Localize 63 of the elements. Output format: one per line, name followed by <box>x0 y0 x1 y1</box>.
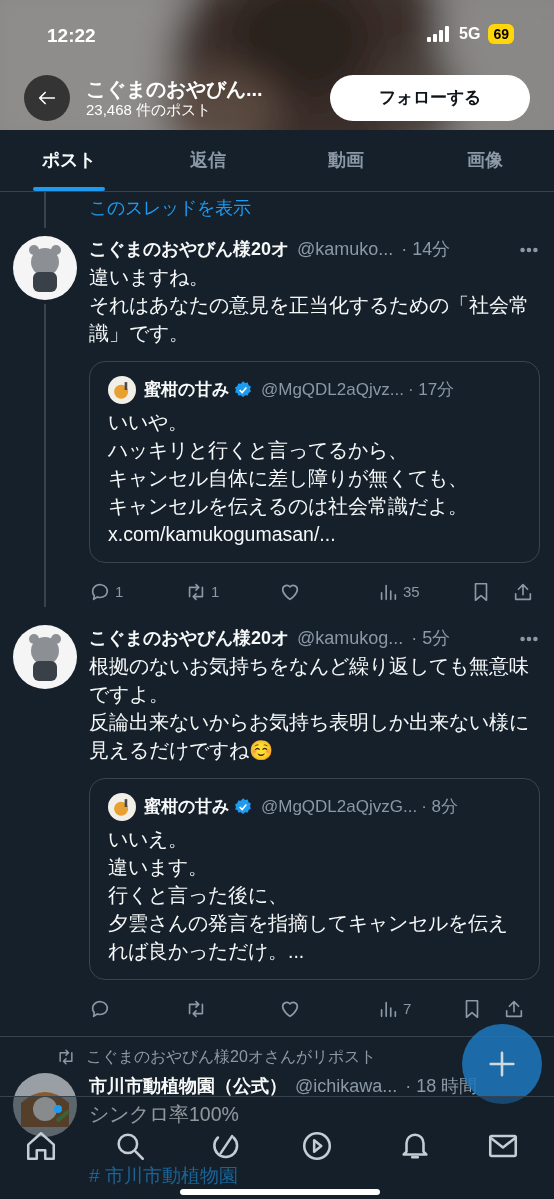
quoted-text: 行くと言った後に、 <box>108 883 289 908</box>
reply-button[interactable]: 1 <box>89 580 185 604</box>
action-count: 1 <box>211 581 220 602</box>
author-name: 蜜柑の甘み <box>144 796 229 819</box>
author-name: こぐまのおやびん様20オ <box>89 627 290 650</box>
tab[interactable]: ポスト <box>0 130 139 191</box>
avatar[interactable] <box>13 625 77 689</box>
quoted-text: いいや。 <box>108 410 189 435</box>
tab[interactable]: 動画 <box>277 130 416 191</box>
quoted-text: キャンセル自体に差し障りが無くても、 <box>108 466 469 491</box>
post-time: · 14分 <box>401 238 451 261</box>
views-button[interactable]: 7 <box>377 997 412 1021</box>
repost-icon <box>56 1047 76 1067</box>
post-text: 違いますね。 <box>89 265 210 290</box>
follow-button[interactable]: フォローする <box>330 74 530 121</box>
avatar[interactable] <box>108 376 136 404</box>
reply-icon <box>89 581 111 603</box>
clock-time: 12:22 <box>47 24 96 48</box>
post-text: シンクロ率100% <box>89 1102 240 1127</box>
post-time: · 17分 <box>407 379 455 402</box>
author-name: 市川市動植物園（公式） <box>89 1075 287 1098</box>
post-time: · 5分 <box>411 627 451 650</box>
avatar[interactable] <box>13 1073 77 1137</box>
avatar[interactable] <box>108 793 136 821</box>
author-handle: @MgQDL2aQjvzG... <box>261 796 418 819</box>
author-handle: @kamukog... <box>297 627 404 650</box>
author-name: 蜜柑の甘み <box>144 379 229 402</box>
home-tab[interactable] <box>24 1129 58 1163</box>
author-name: こぐまのおやびん様20オ <box>89 238 290 261</box>
home-icon <box>24 1129 58 1163</box>
reply-icon <box>89 998 111 1020</box>
signal-icon <box>427 26 452 42</box>
thread-link[interactable]: このスレッドを表示 <box>89 195 251 228</box>
quoted-text: ハッキリと行くと言ってるから、 <box>108 438 409 463</box>
network-label: 5G <box>459 24 481 44</box>
tab[interactable]: 返信 <box>138 130 277 191</box>
quoted-text: 夕雲さんの発言を指摘してキャンセルを伝えれば良かっただけ。... <box>108 911 509 964</box>
author-handle: @ichikawa... <box>295 1075 398 1098</box>
post-time: · 8分 <box>421 796 458 819</box>
post-text: 反論出来ないからお気持ち表明しか出来ない様に見えるだけですね☺ <box>89 710 530 763</box>
quoted-post[interactable]: 蜜柑の甘み @MgQDL2aQjvzG... · 8分 いいえ。 違います。 行くと言った後に、 夕雲さんの発言を指摘してキャンセルを伝えれば良かっただけ。... <box>89 778 540 980</box>
avatar[interactable] <box>13 236 77 300</box>
post-text: 根拠のないお気持ちをなんど繰り返しても無意味ですよ。 <box>89 654 530 707</box>
quoted-text: いいえ。 <box>108 827 189 852</box>
repost-button[interactable]: 1 <box>185 580 279 604</box>
profile-name: こぐまのおやびん... <box>86 77 264 101</box>
post-text: それはあなたの意見を正当化するための「社会常識」です。 <box>89 293 530 346</box>
tab[interactable]: 画像 <box>415 130 554 191</box>
quoted-text: x.com/kamukogumasan/... <box>108 522 337 547</box>
battery-level: 69 <box>488 24 514 44</box>
action-count: 1 <box>115 581 124 602</box>
play-icon <box>300 1129 334 1163</box>
author-handle: @kamuko... <box>297 238 394 261</box>
play-tab[interactable] <box>300 1129 334 1163</box>
views-button[interactable]: 35 <box>377 580 420 604</box>
post-count: 23,468 件のポスト <box>86 100 213 118</box>
action-count: 7 <box>403 998 412 1019</box>
action-count: 35 <box>403 581 420 602</box>
quoted-text: 違います。 <box>108 855 209 880</box>
author-handle: @MgQDL2aQjvz... <box>261 379 404 402</box>
quoted-post[interactable]: 蜜柑の甘み @MgQDL2aQjvz... · 17分 いいや。 ハッキリと行くと言ってるから、 キャンセル自体に差し障りが無くても、 キャンセルを伝えるのは社会常識だよ。 x.com/kamukogumasan/... <box>89 361 540 563</box>
repost-label: こぐまのおやびん様20オさんがリポスト <box>86 1047 376 1067</box>
quoted-text: キャンセルを伝えるのは社会常識だよ。 <box>108 494 469 519</box>
